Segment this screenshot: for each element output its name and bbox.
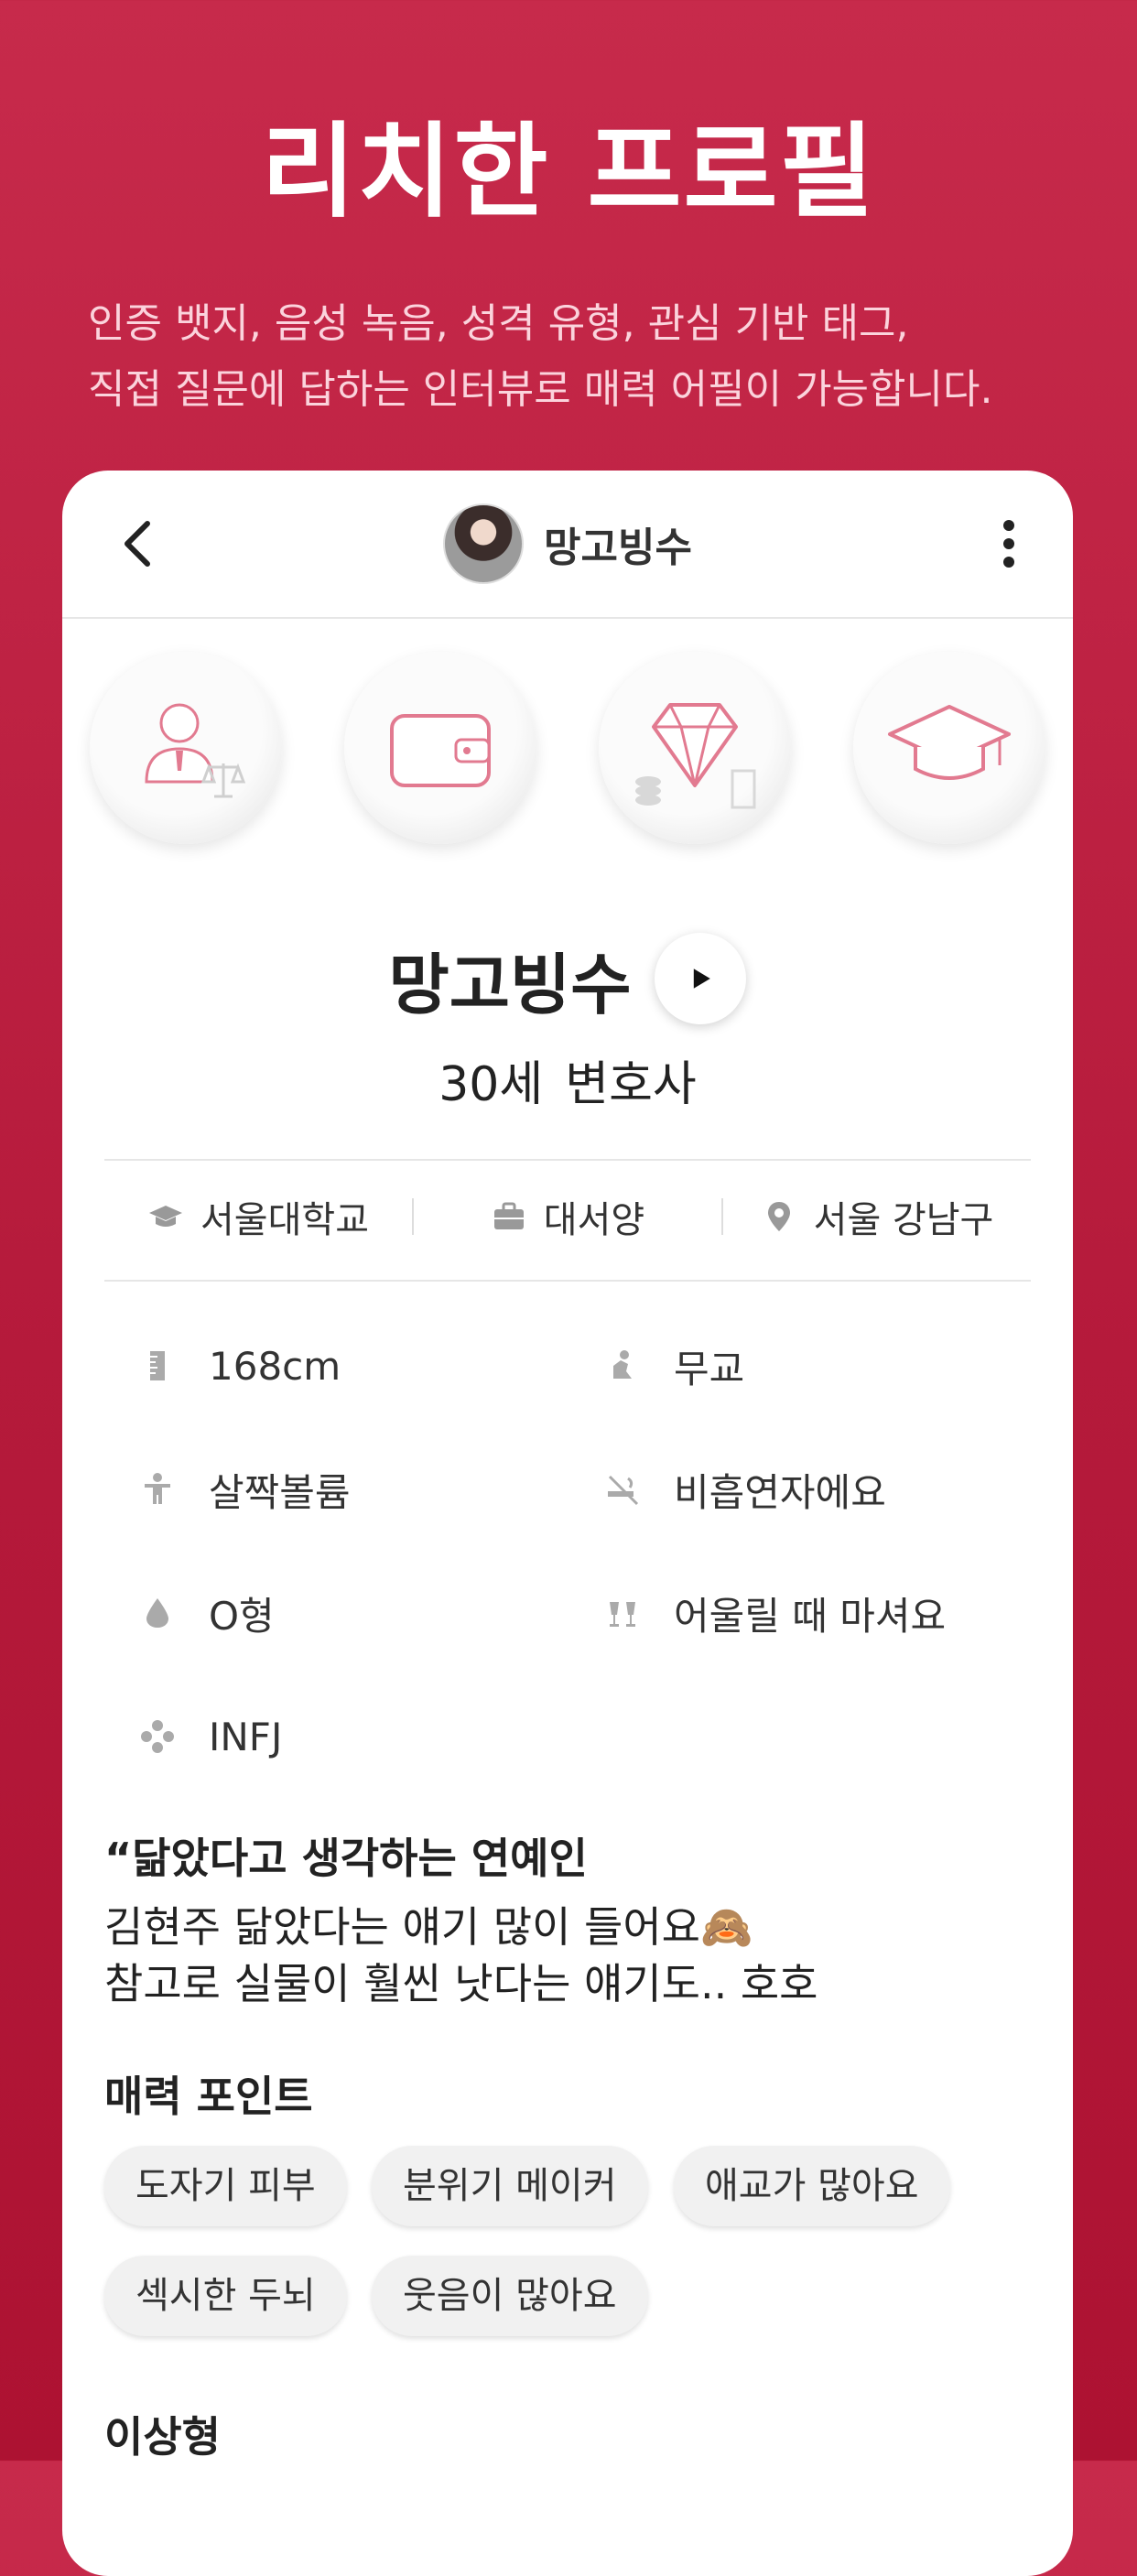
no-smoking-icon bbox=[601, 1467, 644, 1511]
mbti-text: INFJ bbox=[209, 1714, 283, 1759]
meta-location: 서울 강남구 bbox=[723, 1190, 1031, 1243]
diamond-badge-icon bbox=[635, 703, 756, 809]
quote-line1: 김현주 닮았다는 얘기 많이 들어요🙈 bbox=[104, 1902, 753, 1952]
person-icon bbox=[135, 1467, 179, 1511]
attr-height: 168cm bbox=[135, 1329, 341, 1402]
badge-education[interactable] bbox=[853, 652, 1045, 844]
graduation-cap-icon bbox=[149, 1206, 182, 1227]
smoking-text: 비흡연자에요 bbox=[674, 1469, 886, 1515]
profile-age: 30세 bbox=[439, 1057, 544, 1112]
charm-tag[interactable]: 섹시한 두뇌 bbox=[104, 2256, 347, 2336]
school-text: 서울대학교 bbox=[200, 1199, 369, 1241]
blood-text: O형 bbox=[209, 1593, 275, 1639]
religion-text: 무교 bbox=[674, 1346, 745, 1391]
location-text: 서울 강남구 bbox=[813, 1199, 994, 1241]
mbti-icon bbox=[135, 1715, 179, 1759]
verification-badges bbox=[90, 652, 1045, 844]
drinking-text: 어울릴 때 마셔요 bbox=[674, 1593, 947, 1639]
ruler-icon bbox=[135, 1344, 179, 1388]
quote-title: 닮았다고 생각하는 연예인 bbox=[132, 1834, 588, 1883]
charm-tag[interactable]: 웃음이 많아요 bbox=[372, 2256, 648, 2336]
more-menu-button[interactable] bbox=[981, 516, 1036, 571]
charm-section-title: 매력 포인트 bbox=[104, 2072, 313, 2121]
attr-blood: O형 bbox=[135, 1576, 275, 1650]
badge-assets[interactable] bbox=[599, 652, 791, 844]
ideal-section-title: 이상형 bbox=[104, 2412, 221, 2462]
meta-school: 서울대학교 bbox=[104, 1190, 412, 1243]
topbar-name: 망고빙수 bbox=[544, 525, 692, 571]
drop-icon bbox=[135, 1591, 179, 1635]
avatar[interactable] bbox=[443, 503, 525, 584]
attr-drinking: 어울릴 때 마셔요 bbox=[601, 1576, 946, 1650]
quote-section-title: “닮았다고 생각하는 연예인 bbox=[104, 1825, 588, 1886]
charm-tag[interactable]: 애교가 많아요 bbox=[674, 2146, 950, 2226]
play-icon bbox=[694, 969, 711, 989]
company-text: 대서양 bbox=[543, 1199, 645, 1241]
quote-mark: “ bbox=[104, 1834, 133, 1883]
profile-name: 망고빙수 bbox=[388, 946, 632, 1023]
briefcase-icon bbox=[493, 1202, 524, 1229]
hero-desc-line2: 직접 질문에 답하는 인터뷰로 매력 어필이 가능합니다. bbox=[88, 366, 993, 413]
hero-title: 리치한 프로필 bbox=[261, 113, 876, 232]
graduation-badge-icon bbox=[888, 705, 1011, 780]
wallet-badge-icon bbox=[390, 714, 491, 787]
body-text: 살짝볼륨 bbox=[209, 1469, 351, 1515]
divider bbox=[104, 1280, 1031, 1282]
voice-play-button[interactable] bbox=[655, 933, 747, 1024]
top-bar: 망고빙수 bbox=[62, 471, 1073, 619]
badge-lawyer[interactable] bbox=[90, 652, 282, 844]
age-job: 30세 변호사 bbox=[62, 1045, 1073, 1114]
hero-description: 인증 뱃지, 음성 녹음, 성격 유형, 관심 기반 태그, 직접 질문에 답하… bbox=[88, 291, 1095, 423]
praying-icon bbox=[601, 1344, 644, 1388]
divider bbox=[104, 1159, 1031, 1161]
meta-row: 서울대학교 대서양 서울 강남구 bbox=[104, 1166, 1031, 1267]
attr-mbti: INFJ bbox=[135, 1700, 282, 1773]
location-pin-icon bbox=[767, 1202, 790, 1231]
hero-desc-line1: 인증 뱃지, 음성 녹음, 성격 유형, 관심 기반 태그, bbox=[88, 300, 909, 347]
quote-line2: 참고로 실물이 훨씬 낫다는 얘기도.. 호호 bbox=[104, 1959, 818, 2008]
charm-tag[interactable]: 도자기 피부 bbox=[104, 2146, 347, 2226]
attr-body: 살짝볼륨 bbox=[135, 1453, 351, 1526]
profile-job: 변호사 bbox=[565, 1057, 697, 1112]
charm-tag[interactable]: 분위기 메이커 bbox=[372, 2146, 648, 2226]
height-text: 168cm bbox=[209, 1343, 341, 1389]
kebab-menu-icon bbox=[1003, 520, 1014, 568]
meta-company: 대서양 bbox=[414, 1190, 721, 1243]
badge-wealth[interactable] bbox=[344, 652, 536, 844]
attr-smoking: 비흡연자에요 bbox=[601, 1453, 886, 1526]
lawyer-badge-icon bbox=[145, 703, 246, 798]
profile-card: 망고빙수 망고빙수 30세 변호사 서울대학교 대서양 서울 강남구 168cm… bbox=[62, 471, 1073, 2576]
attr-religion: 무교 bbox=[601, 1329, 744, 1402]
quote-answer: 김현주 닮았다는 얘기 많이 들어요🙈 참고로 실물이 훨씬 낫다는 얘기도..… bbox=[104, 1899, 1029, 2012]
cheers-icon bbox=[601, 1591, 644, 1635]
